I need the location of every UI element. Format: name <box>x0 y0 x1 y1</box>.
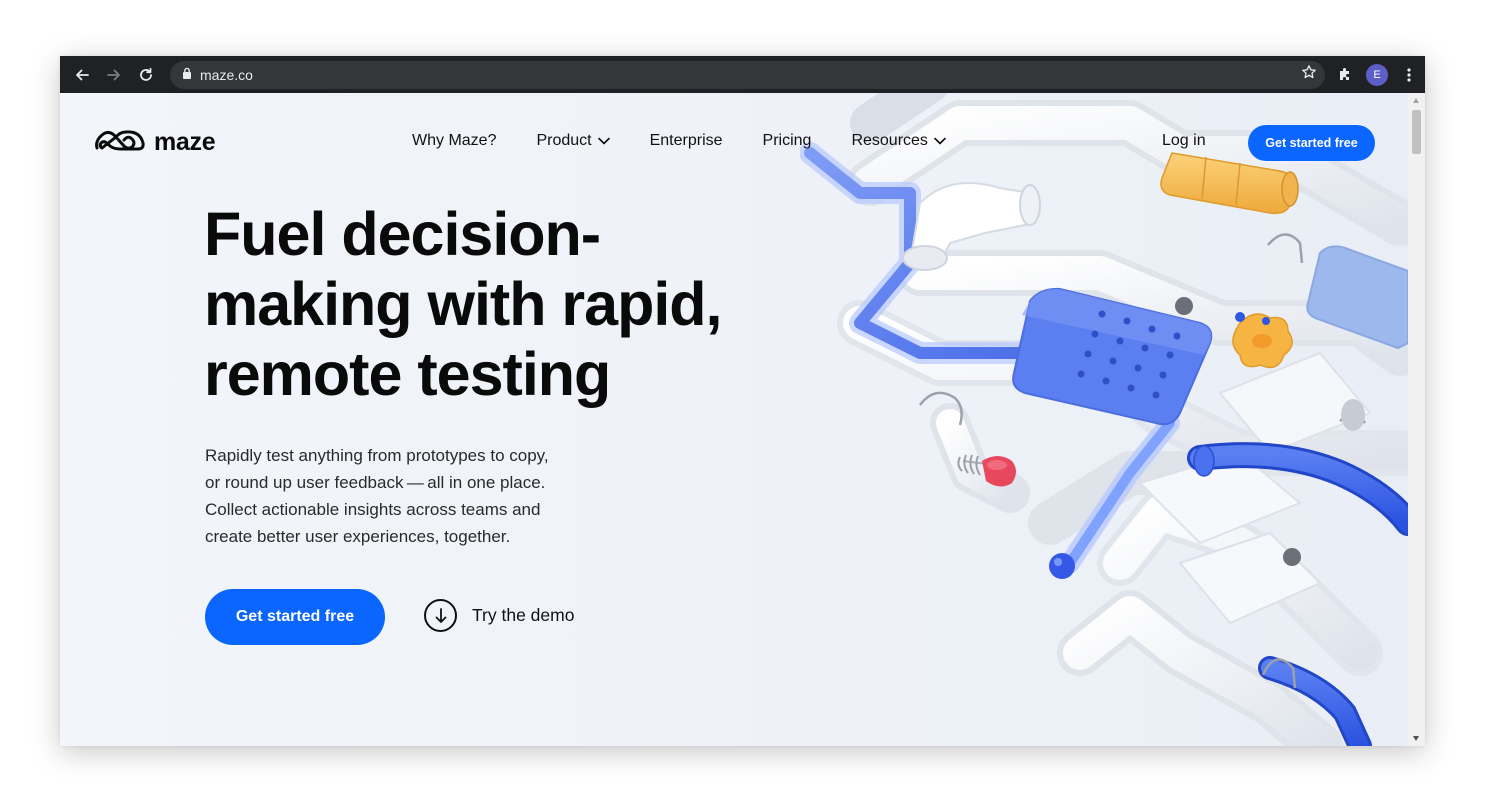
subtext-line: create better user experiences, together… <box>205 527 511 546</box>
subtext-line: Rapidly test anything from prototypes to… <box>205 446 549 465</box>
nav-enterprise[interactable]: Enterprise <box>650 132 723 150</box>
reload-icon[interactable] <box>130 59 162 91</box>
nav-label: Product <box>536 132 592 149</box>
subtext-line: or round up user feedback — all in one p… <box>205 473 546 492</box>
maze-logo-icon <box>94 127 146 158</box>
address-bar[interactable]: maze.co <box>170 60 1325 89</box>
try-demo-label: Try the demo <box>472 605 575 625</box>
nav-label: Why Maze? <box>412 132 497 149</box>
try-demo-link[interactable]: Try the demo <box>424 599 574 632</box>
url-text: maze.co <box>200 66 253 83</box>
headline-line: making with rapid, <box>204 270 723 338</box>
chevron-down-icon <box>597 137 610 145</box>
nav-label: Enterprise <box>649 132 723 149</box>
back-icon[interactable] <box>66 59 98 91</box>
chevron-down-icon <box>934 137 946 145</box>
scroll-down-icon[interactable] <box>1413 736 1419 741</box>
avatar: E <box>1366 63 1388 86</box>
nav-pricing[interactable]: Pricing <box>763 132 812 150</box>
scrollbar-thumb[interactable] <box>1412 110 1421 154</box>
headline-line: Fuel decision- <box>204 200 601 268</box>
maze-illustration <box>800 93 1408 746</box>
arrow-down-circle-icon <box>424 599 457 632</box>
main-nav: Why Maze? Product Enterprise Pricing Res… <box>412 132 986 150</box>
toolbar-actions: E <box>1329 59 1425 91</box>
hero-get-started-button[interactable]: Get started free <box>205 589 385 645</box>
nav-resources[interactable]: Resources <box>851 132 946 150</box>
maze-logo[interactable]: maze <box>94 127 216 158</box>
header-get-started-button[interactable]: Get started free <box>1248 125 1375 161</box>
logo-wordmark: maze <box>154 128 216 156</box>
scroll-up-icon[interactable] <box>1413 98 1419 103</box>
nav-buttons <box>66 59 162 91</box>
lock-icon <box>182 66 192 84</box>
star-icon[interactable] <box>1301 64 1317 85</box>
profile-button[interactable]: E <box>1361 59 1393 91</box>
forward-icon[interactable] <box>98 59 130 91</box>
nav-label: Resources <box>851 132 928 149</box>
login-link[interactable]: Log in <box>1162 132 1206 150</box>
nav-product[interactable]: Product <box>536 132 610 150</box>
subtext-line: Collect actionable insights across teams… <box>205 500 541 519</box>
nav-label: Pricing <box>762 132 812 149</box>
nav-why-maze[interactable]: Why Maze? <box>412 132 496 150</box>
extensions-icon[interactable] <box>1329 59 1361 91</box>
hero-subtext: Rapidly test anything from prototypes to… <box>205 442 605 550</box>
headline-line: remote testing <box>204 340 611 408</box>
page-viewport: maze Why Maze? Product Enterprise Pricin… <box>60 93 1408 746</box>
menu-icon[interactable] <box>1393 59 1425 91</box>
browser-toolbar: maze.co E <box>60 56 1425 93</box>
hero-headline: Fuel decision- making with rapid, remote… <box>204 199 804 409</box>
vertical-scrollbar[interactable] <box>1408 93 1425 746</box>
browser-window: maze.co E maze Why Maze? Product Enterpr… <box>60 56 1425 746</box>
